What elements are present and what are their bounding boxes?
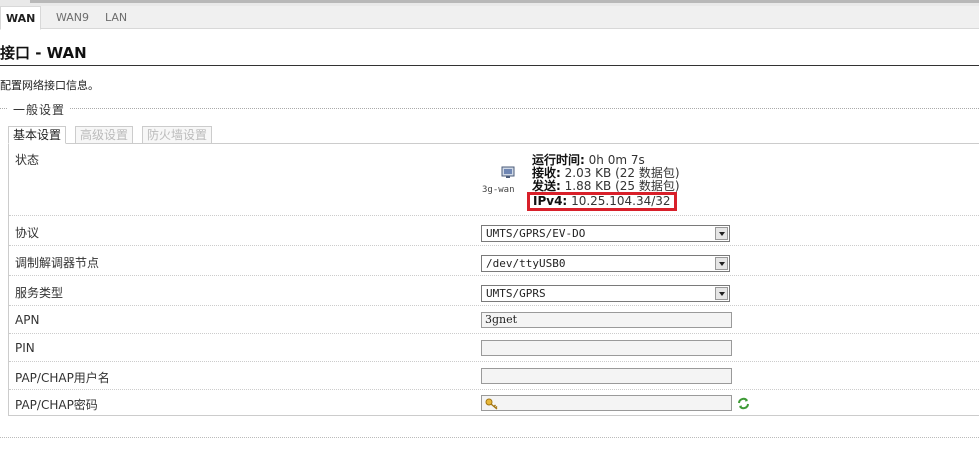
ipv4-value: 10.25.104.34/32 [571, 194, 671, 208]
tab-basic-settings[interactable]: 基本设置 [8, 126, 67, 144]
tab-wan[interactable]: WAN [0, 6, 42, 30]
pin-label: PIN [15, 341, 35, 355]
ipv4-label: IPv4: [533, 194, 568, 208]
rx-label: 接收: [532, 166, 561, 180]
status-label: 状态 [15, 153, 40, 167]
reveal-password-icon[interactable] [737, 397, 750, 410]
page-title: 接口 - WAN [0, 42, 979, 66]
password-label: PAP/CHAP密码 [15, 398, 98, 412]
uptime-value: 0h 0m 7s [588, 153, 645, 167]
apn-input[interactable]: 3gnet [481, 312, 732, 328]
tab-advanced-settings[interactable]: 高级设置 [75, 126, 134, 144]
chevron-down-icon[interactable] [715, 227, 728, 240]
tx-label: 发送: [532, 179, 561, 193]
protocol-select[interactable]: UMTS/GPRS/EV-DO [481, 225, 730, 242]
ipv4-line: IPv4: 10.25.104.34/32 [533, 194, 671, 208]
username-label: PAP/CHAP用户名 [15, 371, 110, 385]
page-description: 配置网络接口信息。 [0, 79, 99, 92]
protocol-value: UMTS/GPRS/EV-DO [486, 227, 586, 240]
key-icon [485, 398, 498, 410]
tab-firewall-settings[interactable]: 防火墙设置 [142, 126, 213, 144]
chevron-down-icon[interactable] [715, 257, 728, 270]
tab-lan[interactable]: LAN [105, 6, 127, 29]
status-details: 运行时间: 0h 0m 7s 接收: 2.03 KB (22 数据包) 发送: … [532, 154, 680, 193]
service-label: 服务类型 [15, 286, 64, 300]
bottom-divider [0, 437, 979, 438]
legend-divider [0, 108, 979, 109]
modem-value: /dev/ttyUSB0 [486, 257, 566, 270]
service-value: UMTS/GPRS [486, 287, 546, 300]
status-interface-name: 3g-wan [482, 185, 515, 195]
tx-value: 1.88 KB (25 数据包) [564, 179, 680, 193]
top-scroll-bar [30, 0, 979, 3]
modem-label: 调制解调器节点 [15, 256, 100, 270]
section-legend: 一般设置 [8, 101, 71, 118]
modem-select[interactable]: /dev/ttyUSB0 [481, 255, 730, 272]
service-select[interactable]: UMTS/GPRS [481, 285, 730, 302]
network-interface-icon [501, 166, 515, 178]
protocol-label: 协议 [15, 226, 40, 240]
tab-wan9[interactable]: WAN9 [56, 6, 89, 29]
rx-value: 2.03 KB (22 数据包) [564, 166, 680, 180]
apn-label: APN [15, 313, 40, 327]
chevron-down-icon[interactable] [715, 287, 728, 300]
password-input[interactable] [481, 395, 732, 411]
uptime-label: 运行时间: [532, 153, 585, 167]
interface-tab-bar: WAN WAN9 LAN [0, 6, 979, 30]
status-row: 状态 [9, 144, 979, 216]
pin-input[interactable] [481, 340, 732, 356]
username-input[interactable] [481, 368, 732, 384]
